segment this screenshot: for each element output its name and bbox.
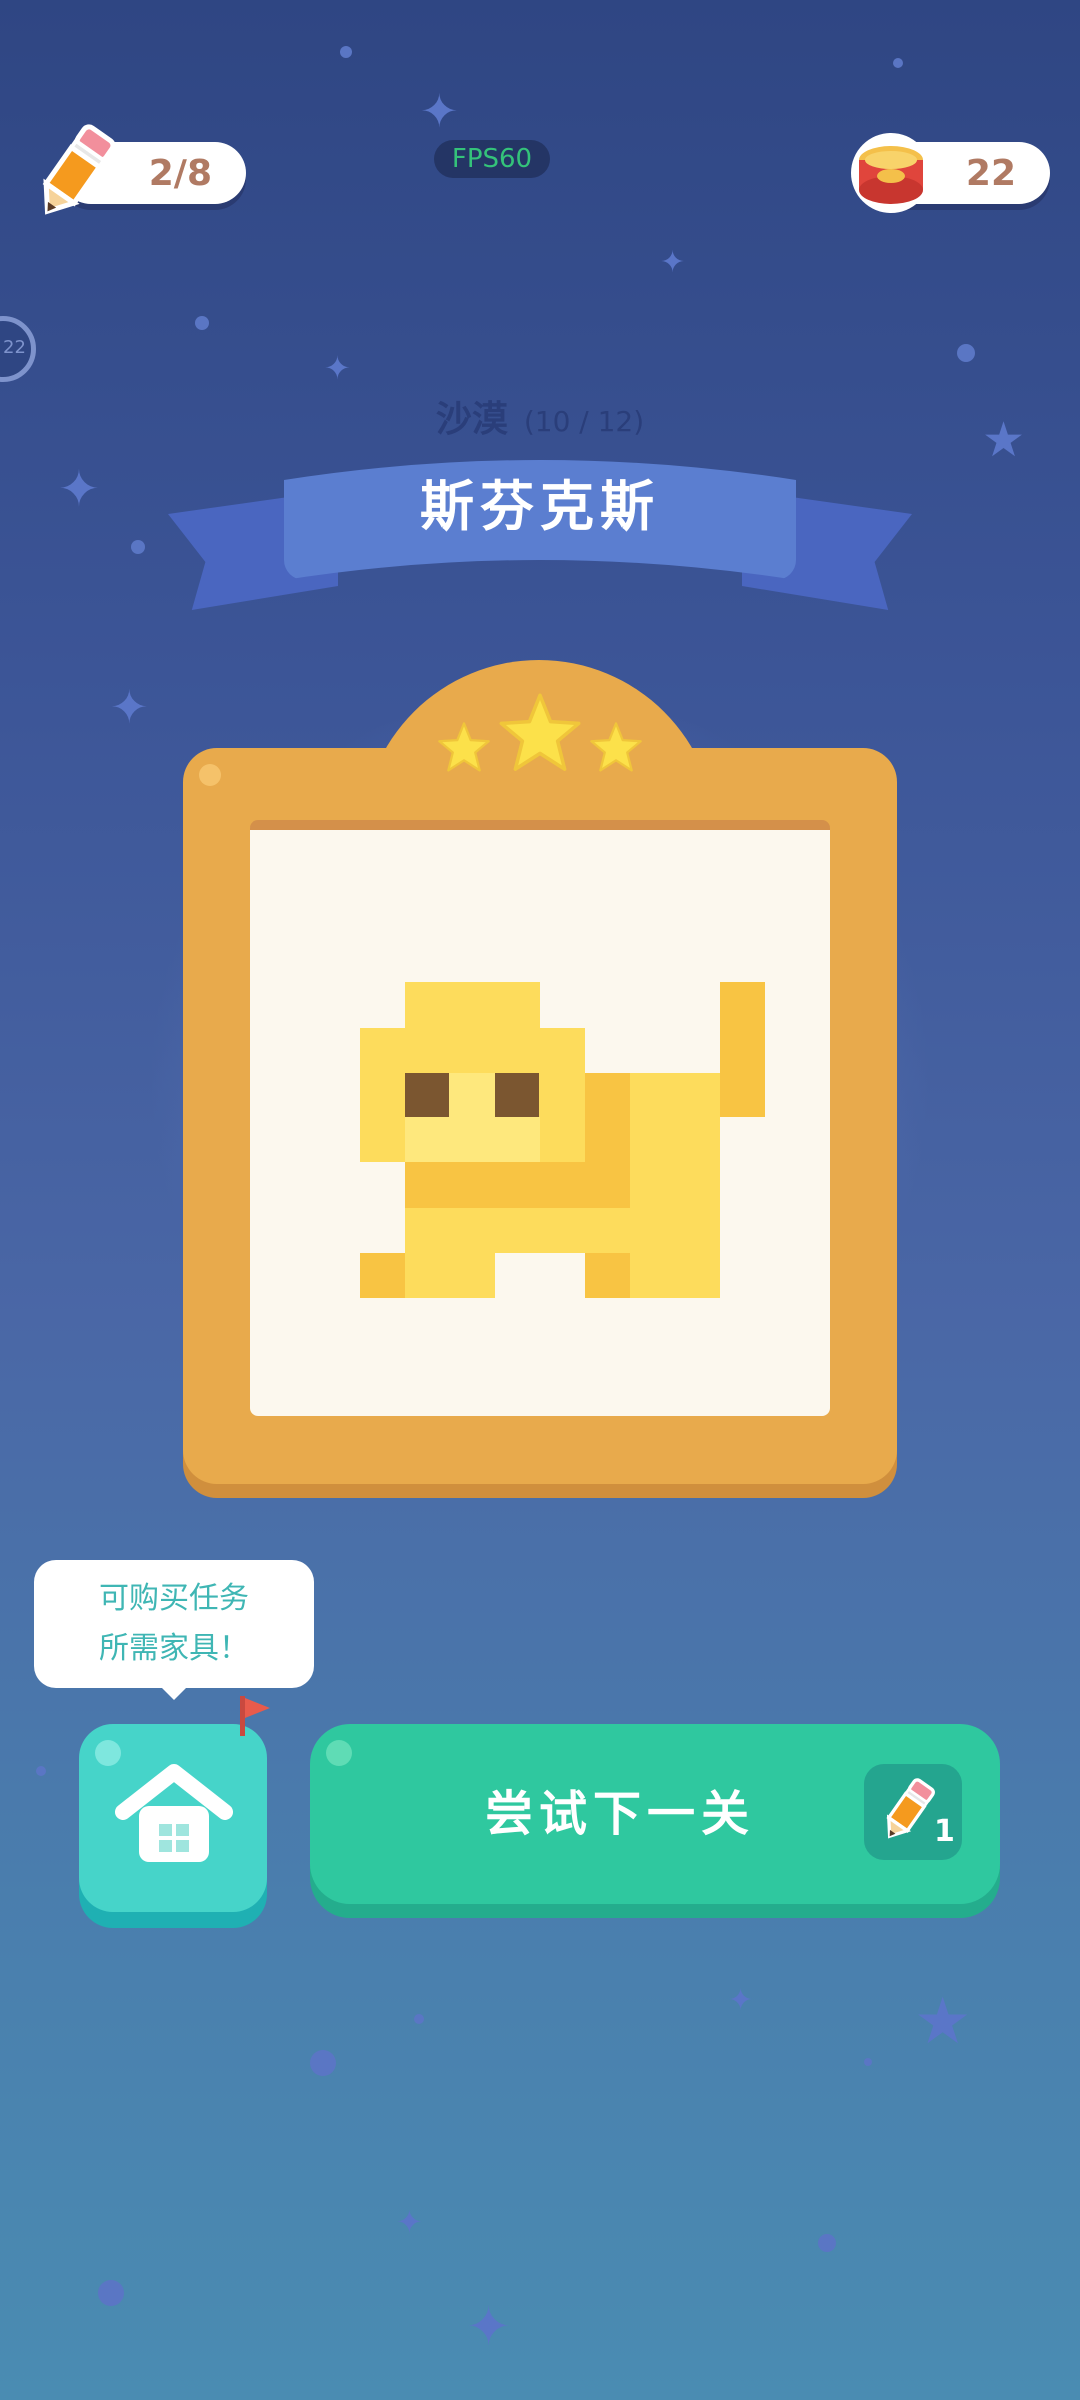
tip-line-1: 可购买任务 bbox=[99, 1581, 249, 1616]
pencil-count: 2/8 bbox=[148, 152, 212, 194]
fps-indicator: FPS60 bbox=[434, 140, 550, 178]
level-progress: (10 / 12) bbox=[523, 405, 645, 438]
star-icon bbox=[588, 720, 644, 776]
pixel-canvas bbox=[250, 820, 830, 1416]
level-title: 斯芬克斯 bbox=[420, 475, 660, 538]
try-next-level-button[interactable]: 尝试下一关 1 bbox=[310, 1724, 1000, 1904]
sparkle-icon: ✦ bbox=[110, 680, 149, 734]
side-badge[interactable]: 22 bbox=[0, 316, 36, 382]
dot-decoration bbox=[98, 2280, 124, 2306]
dot-decoration bbox=[36, 1766, 46, 1776]
dot-decoration bbox=[310, 2050, 336, 2076]
sparkle-icon: ★ bbox=[914, 1985, 972, 2059]
star-icon bbox=[496, 690, 584, 778]
dot-decoration bbox=[340, 46, 352, 58]
sparkle-icon: ✦ bbox=[324, 349, 351, 387]
dot-decoration bbox=[818, 2234, 836, 2252]
star-icon bbox=[436, 720, 492, 776]
coin-count: 22 bbox=[965, 152, 1016, 194]
home-button[interactable] bbox=[79, 1724, 267, 1912]
try-next-level-label: 尝试下一关 bbox=[484, 1786, 755, 1842]
dot-decoration bbox=[864, 2058, 872, 2066]
fish-can-icon bbox=[848, 130, 934, 216]
dot-decoration bbox=[414, 2014, 424, 2024]
sparkle-icon: ✦ bbox=[420, 84, 459, 138]
frame-highlight bbox=[199, 764, 221, 786]
dot-decoration bbox=[195, 316, 209, 330]
home-icon bbox=[113, 1760, 235, 1870]
flag-icon bbox=[240, 1696, 274, 1736]
region-name: 沙漠 bbox=[435, 399, 508, 440]
region-label: 沙漠 (10 / 12) bbox=[0, 390, 1080, 442]
side-badge-label: 22 bbox=[3, 337, 26, 358]
dot-decoration bbox=[131, 540, 145, 554]
sparkle-icon: ✦ bbox=[660, 245, 686, 280]
sparkle-icon: ✦ bbox=[396, 2203, 423, 2241]
sparkle-icon: ✦ bbox=[466, 2295, 512, 2358]
sparkle-icon: ✦ bbox=[58, 460, 100, 518]
tip-bubble-pointer bbox=[160, 1686, 188, 1700]
tip-bubble: 可购买任务 所需家具！ bbox=[34, 1560, 314, 1688]
sparkle-icon: ✦ bbox=[728, 1983, 754, 2018]
pencil-cost: 1 bbox=[934, 1814, 955, 1849]
pencil-icon bbox=[30, 122, 120, 222]
pencil-icon bbox=[878, 1774, 938, 1846]
pencil-cost-badge: 1 bbox=[864, 1764, 962, 1860]
dot-decoration bbox=[893, 58, 903, 68]
tip-line-2: 所需家具！ bbox=[99, 1631, 249, 1666]
dot-decoration bbox=[957, 344, 975, 362]
